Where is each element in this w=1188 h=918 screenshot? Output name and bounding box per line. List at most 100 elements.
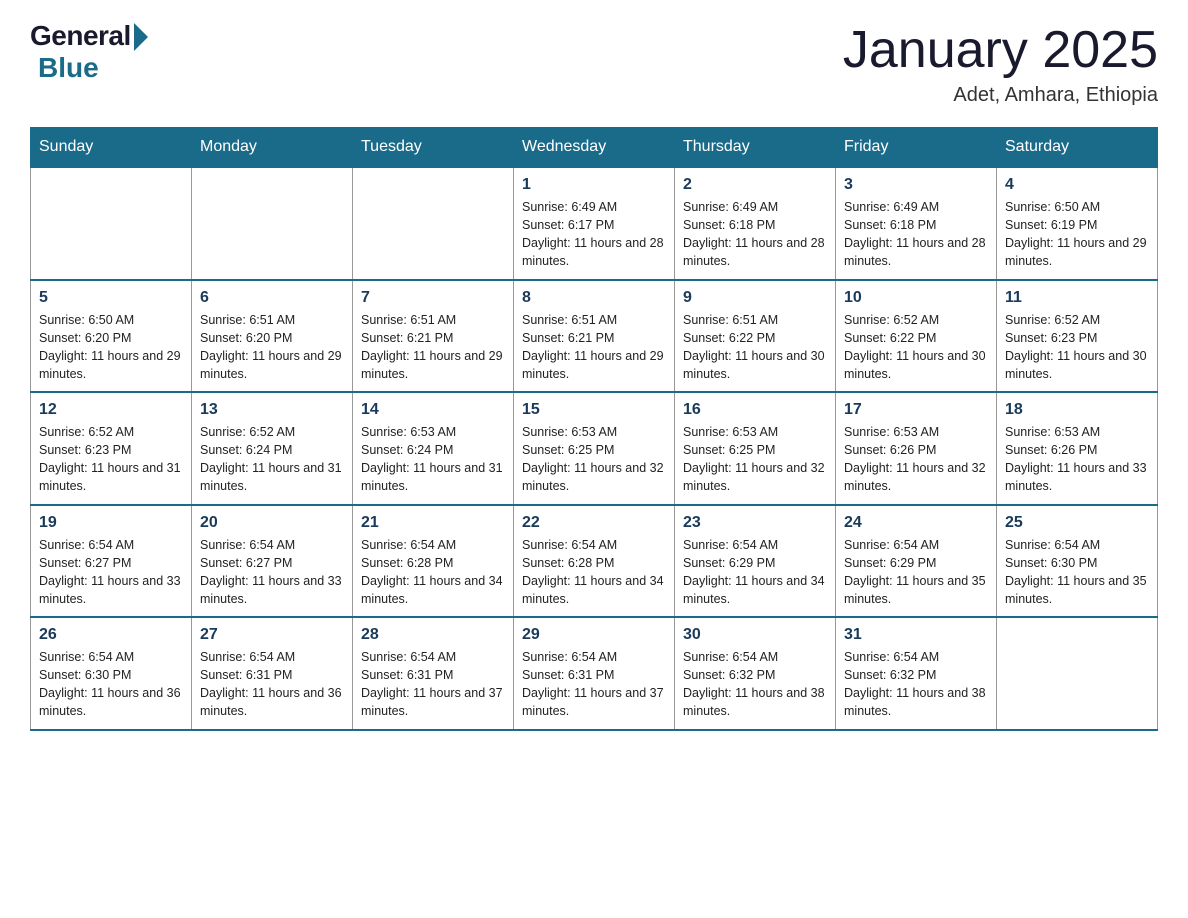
calendar-cell: 23 Sunrise: 6:54 AMSunset: 6:29 PMDayligh… bbox=[675, 505, 836, 618]
day-info: Sunrise: 6:52 AMSunset: 6:23 PMDaylight:… bbox=[1005, 311, 1149, 384]
weekday-header-sunday: Sunday bbox=[31, 128, 192, 168]
weekday-header-saturday: Saturday bbox=[997, 128, 1158, 168]
day-info: Sunrise: 6:54 AMSunset: 6:27 PMDaylight:… bbox=[200, 536, 344, 609]
logo-arrow-icon bbox=[134, 23, 148, 51]
logo-general-text: General bbox=[30, 20, 131, 52]
day-number: 1 bbox=[522, 176, 666, 194]
day-number: 8 bbox=[522, 289, 666, 307]
day-info: Sunrise: 6:53 AMSunset: 6:25 PMDaylight:… bbox=[683, 423, 827, 496]
calendar-cell: 18 Sunrise: 6:53 AMSunset: 6:26 PMDayligh… bbox=[997, 392, 1158, 505]
day-number: 5 bbox=[39, 289, 183, 307]
calendar-header-row: SundayMondayTuesdayWednesdayThursdayFrid… bbox=[31, 128, 1158, 168]
day-number: 13 bbox=[200, 401, 344, 419]
day-info: Sunrise: 6:51 AMSunset: 6:21 PMDaylight:… bbox=[522, 311, 666, 384]
calendar-cell bbox=[31, 167, 192, 280]
day-info: Sunrise: 6:52 AMSunset: 6:23 PMDaylight:… bbox=[39, 423, 183, 496]
day-info: Sunrise: 6:51 AMSunset: 6:22 PMDaylight:… bbox=[683, 311, 827, 384]
calendar-cell: 14 Sunrise: 6:53 AMSunset: 6:24 PMDayligh… bbox=[353, 392, 514, 505]
day-number: 25 bbox=[1005, 514, 1149, 532]
weekday-header-wednesday: Wednesday bbox=[514, 128, 675, 168]
calendar-cell: 10 Sunrise: 6:52 AMSunset: 6:22 PMDayligh… bbox=[836, 280, 997, 393]
calendar-cell: 28Sunrise: 6:54 AMSunset: 6:31 PMDayligh… bbox=[353, 617, 514, 730]
day-info: Sunrise: 6:54 AMSunset: 6:30 PMDaylight:… bbox=[39, 648, 183, 721]
calendar-cell: 29Sunrise: 6:54 AMSunset: 6:31 PMDayligh… bbox=[514, 617, 675, 730]
day-number: 3 bbox=[844, 176, 988, 194]
day-number: 31 bbox=[844, 626, 988, 644]
calendar-cell: 1 Sunrise: 6:49 AMSunset: 6:17 PMDaylight… bbox=[514, 167, 675, 280]
day-number: 6 bbox=[200, 289, 344, 307]
day-number: 24 bbox=[844, 514, 988, 532]
calendar-week-row: 12 Sunrise: 6:52 AMSunset: 6:23 PMDayligh… bbox=[31, 392, 1158, 505]
day-number: 17 bbox=[844, 401, 988, 419]
logo: General Blue bbox=[30, 20, 148, 84]
day-info: Sunrise: 6:53 AMSunset: 6:24 PMDaylight:… bbox=[361, 423, 505, 496]
day-info: Sunrise: 6:50 AMSunset: 6:20 PMDaylight:… bbox=[39, 311, 183, 384]
day-number: 4 bbox=[1005, 176, 1149, 194]
day-number: 16 bbox=[683, 401, 827, 419]
day-number: 27 bbox=[200, 626, 344, 644]
calendar-cell: 3 Sunrise: 6:49 AMSunset: 6:18 PMDaylight… bbox=[836, 167, 997, 280]
day-number: 26 bbox=[39, 626, 183, 644]
day-info: Sunrise: 6:49 AMSunset: 6:18 PMDaylight:… bbox=[844, 198, 988, 271]
calendar-cell: 31 Sunrise: 6:54 AMSunset: 6:32 PMDayligh… bbox=[836, 617, 997, 730]
day-number: 10 bbox=[844, 289, 988, 307]
day-number: 23 bbox=[683, 514, 827, 532]
day-number: 7 bbox=[361, 289, 505, 307]
day-number: 30 bbox=[683, 626, 827, 644]
calendar-week-row: 26 Sunrise: 6:54 AMSunset: 6:30 PMDayligh… bbox=[31, 617, 1158, 730]
weekday-header-thursday: Thursday bbox=[675, 128, 836, 168]
calendar-cell: 8 Sunrise: 6:51 AMSunset: 6:21 PMDaylight… bbox=[514, 280, 675, 393]
day-number: 15 bbox=[522, 401, 666, 419]
calendar-cell: 4Sunrise: 6:50 AMSunset: 6:19 PMDaylight… bbox=[997, 167, 1158, 280]
calendar-cell: 25 Sunrise: 6:54 AMSunset: 6:30 PMDayligh… bbox=[997, 505, 1158, 618]
day-info: Sunrise: 6:51 AMSunset: 6:21 PMDaylight:… bbox=[361, 311, 505, 384]
day-info: Sunrise: 6:54 AMSunset: 6:28 PMDaylight:… bbox=[361, 536, 505, 609]
day-number: 21 bbox=[361, 514, 505, 532]
calendar-cell: 15Sunrise: 6:53 AMSunset: 6:25 PMDayligh… bbox=[514, 392, 675, 505]
calendar-cell: 17Sunrise: 6:53 AMSunset: 6:26 PMDayligh… bbox=[836, 392, 997, 505]
day-number: 22 bbox=[522, 514, 666, 532]
calendar-cell: 13Sunrise: 6:52 AMSunset: 6:24 PMDayligh… bbox=[192, 392, 353, 505]
page-header: General Blue January 2025 Adet, Amhara, … bbox=[30, 20, 1158, 107]
day-number: 19 bbox=[39, 514, 183, 532]
day-number: 28 bbox=[361, 626, 505, 644]
calendar-week-row: 19 Sunrise: 6:54 AMSunset: 6:27 PMDayligh… bbox=[31, 505, 1158, 618]
location-subtitle: Adet, Amhara, Ethiopia bbox=[843, 84, 1158, 107]
month-title: January 2025 bbox=[843, 20, 1158, 80]
day-number: 9 bbox=[683, 289, 827, 307]
weekday-header-friday: Friday bbox=[836, 128, 997, 168]
day-info: Sunrise: 6:54 AMSunset: 6:29 PMDaylight:… bbox=[683, 536, 827, 609]
calendar-table: SundayMondayTuesdayWednesdayThursdayFrid… bbox=[30, 127, 1158, 731]
title-section: January 2025 Adet, Amhara, Ethiopia bbox=[843, 20, 1158, 107]
day-number: 29 bbox=[522, 626, 666, 644]
calendar-cell: 12 Sunrise: 6:52 AMSunset: 6:23 PMDayligh… bbox=[31, 392, 192, 505]
day-number: 11 bbox=[1005, 289, 1149, 307]
day-info: Sunrise: 6:54 AMSunset: 6:30 PMDaylight:… bbox=[1005, 536, 1149, 609]
day-info: Sunrise: 6:54 AMSunset: 6:32 PMDaylight:… bbox=[844, 648, 988, 721]
calendar-cell: 24 Sunrise: 6:54 AMSunset: 6:29 PMDayligh… bbox=[836, 505, 997, 618]
day-info: Sunrise: 6:52 AMSunset: 6:22 PMDaylight:… bbox=[844, 311, 988, 384]
logo-blue-text: Blue bbox=[38, 52, 99, 84]
day-number: 12 bbox=[39, 401, 183, 419]
calendar-cell: 7 Sunrise: 6:51 AMSunset: 6:21 PMDaylight… bbox=[353, 280, 514, 393]
calendar-cell: 30Sunrise: 6:54 AMSunset: 6:32 PMDayligh… bbox=[675, 617, 836, 730]
calendar-cell: 22Sunrise: 6:54 AMSunset: 6:28 PMDayligh… bbox=[514, 505, 675, 618]
day-info: Sunrise: 6:49 AMSunset: 6:17 PMDaylight:… bbox=[522, 198, 666, 271]
day-info: Sunrise: 6:53 AMSunset: 6:26 PMDaylight:… bbox=[1005, 423, 1149, 496]
calendar-cell bbox=[997, 617, 1158, 730]
weekday-header-tuesday: Tuesday bbox=[353, 128, 514, 168]
day-number: 18 bbox=[1005, 401, 1149, 419]
day-info: Sunrise: 6:54 AMSunset: 6:27 PMDaylight:… bbox=[39, 536, 183, 609]
calendar-cell: 11 Sunrise: 6:52 AMSunset: 6:23 PMDayligh… bbox=[997, 280, 1158, 393]
day-number: 14 bbox=[361, 401, 505, 419]
day-number: 2 bbox=[683, 176, 827, 194]
calendar-week-row: 1 Sunrise: 6:49 AMSunset: 6:17 PMDaylight… bbox=[31, 167, 1158, 280]
calendar-cell bbox=[192, 167, 353, 280]
day-info: Sunrise: 6:54 AMSunset: 6:29 PMDaylight:… bbox=[844, 536, 988, 609]
calendar-cell: 20Sunrise: 6:54 AMSunset: 6:27 PMDayligh… bbox=[192, 505, 353, 618]
day-info: Sunrise: 6:54 AMSunset: 6:31 PMDaylight:… bbox=[200, 648, 344, 721]
calendar-cell: 6Sunrise: 6:51 AMSunset: 6:20 PMDaylight… bbox=[192, 280, 353, 393]
calendar-cell: 21 Sunrise: 6:54 AMSunset: 6:28 PMDayligh… bbox=[353, 505, 514, 618]
day-info: Sunrise: 6:49 AMSunset: 6:18 PMDaylight:… bbox=[683, 198, 827, 271]
calendar-cell bbox=[353, 167, 514, 280]
